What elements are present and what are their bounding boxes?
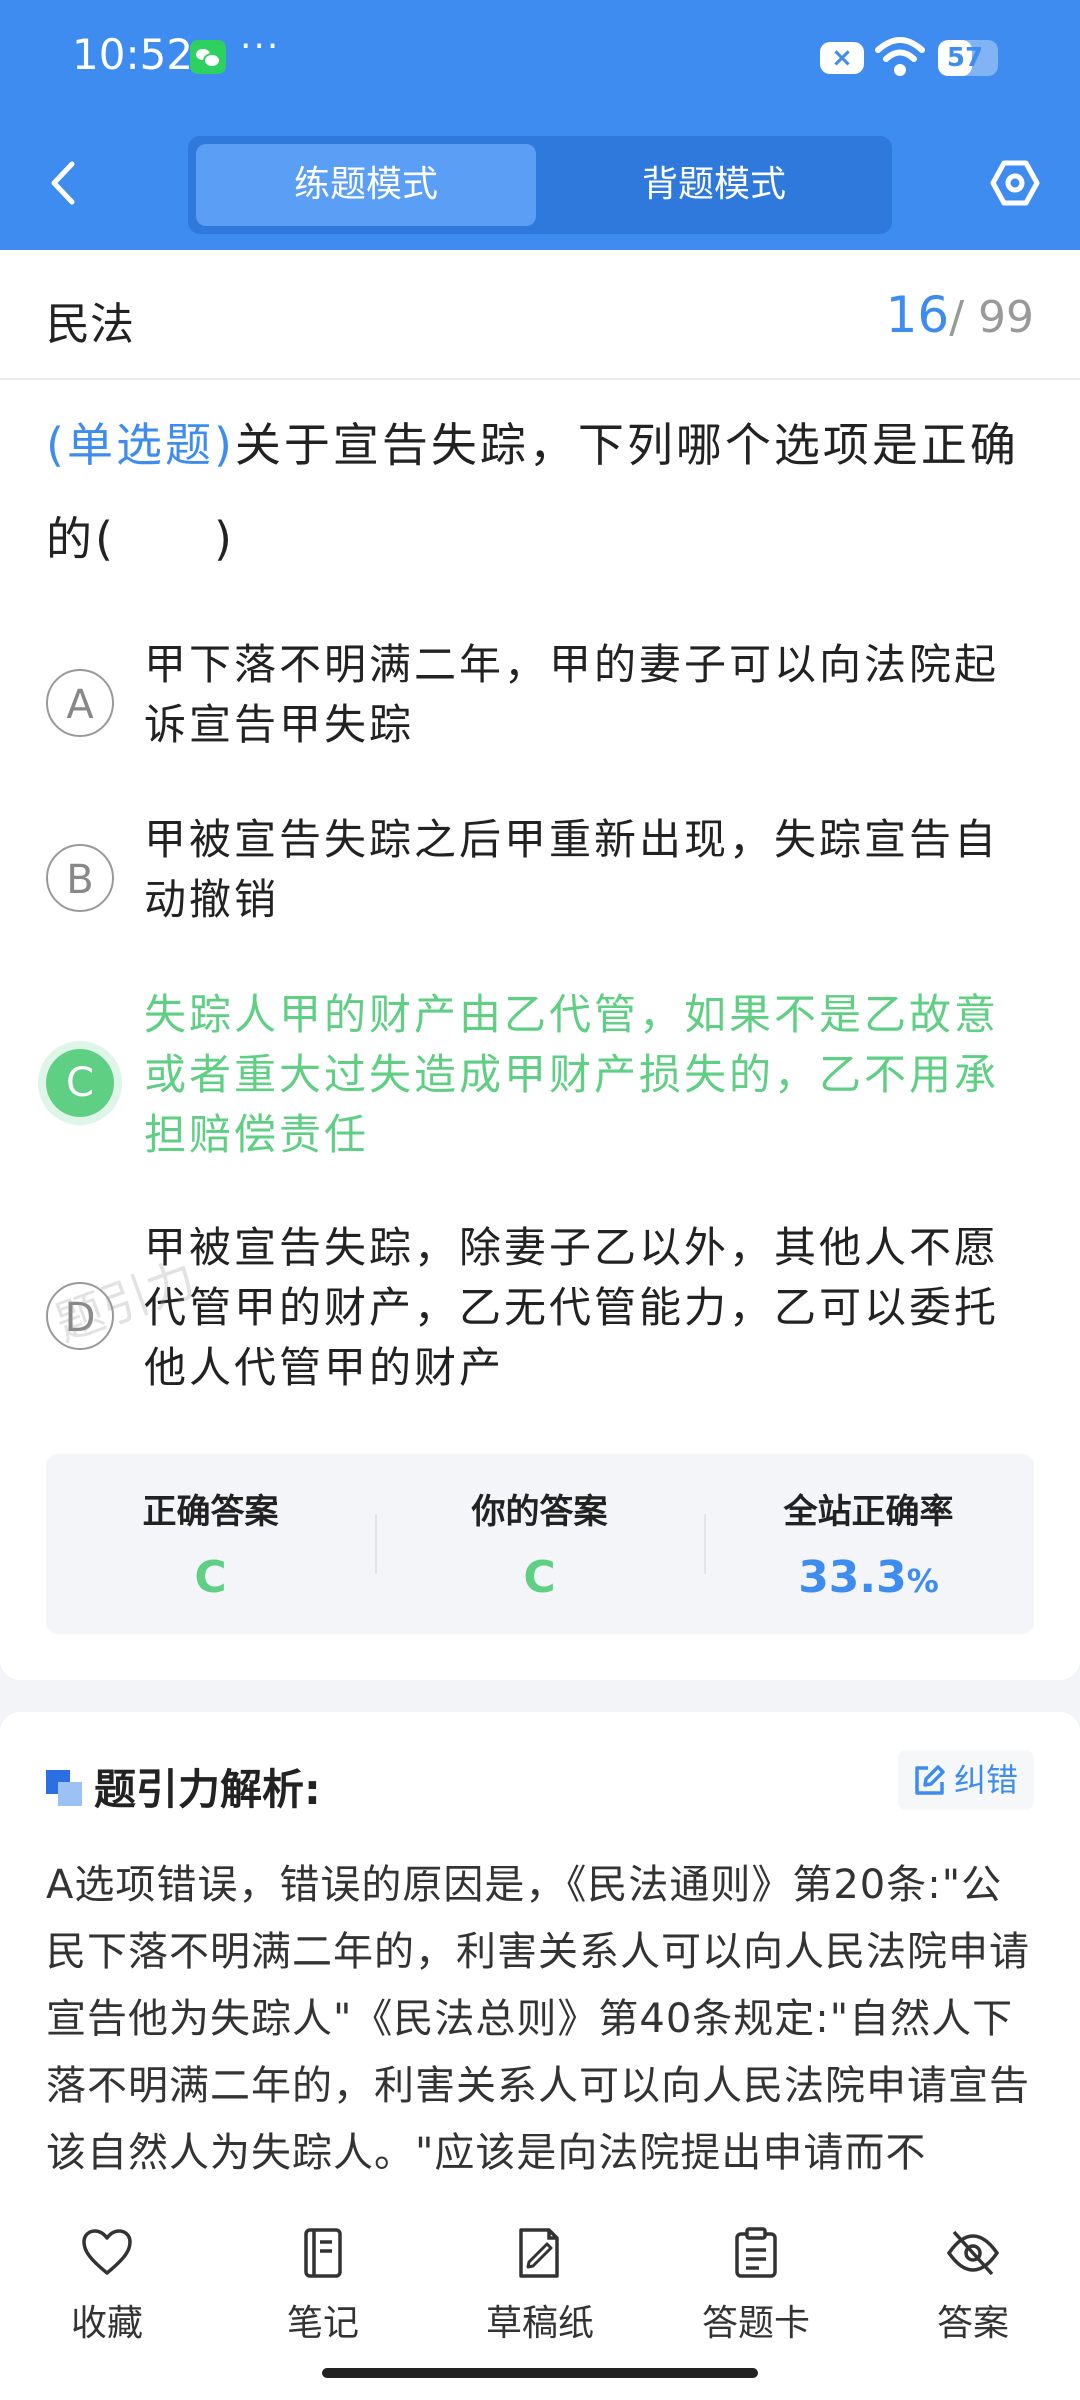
progress-current: 16 <box>885 286 950 344</box>
stat-label: 全站正确率 <box>783 1492 954 1532</box>
back-chevron-icon[interactable] <box>44 158 84 208</box>
favorite-label: 收藏 <box>70 2303 143 2344</box>
option-text-a: 甲下落不明满二年，甲的妻子可以向法院起诉宣告甲失踪 <box>144 640 1000 749</box>
battery-icon: 57 <box>938 40 998 76</box>
eye-off-icon <box>946 2230 1000 2276</box>
answer-sheet-button[interactable]: 答题卡 <box>681 2226 831 2346</box>
accuracy-number: 33.3 <box>798 1552 907 1603</box>
divider <box>0 378 1080 380</box>
subject-title: 民法 <box>46 299 134 350</box>
option-text-d: 甲被宣告失踪，除妻子乙以外，其他人不愿代管甲的财产，乙无代管能力，乙可以委托他人… <box>144 1223 1000 1392</box>
answer-stats: 正确答案 C 你的答案 C 全站正确率 33.3% <box>46 1454 1034 1634</box>
show-answer-label: 答案 <box>936 2303 1009 2344</box>
accuracy-value: 33.3% <box>704 1552 1033 1603</box>
edit-icon <box>915 1765 945 1795</box>
question-progress: 16/ 99 <box>886 286 1034 344</box>
bottom-toolbar: 收藏 笔记 草稿纸 答题卡 答案 <box>0 2196 1080 2400</box>
question-text: (单选题)关于宣告失踪，下列哪个选项是正确的( ) <box>46 398 1036 586</box>
question-card: 民法 16/ 99 (单选题)关于宣告失踪，下列哪个选项是正确的( ) A 甲下… <box>0 250 1080 1680</box>
option-letter-a: A <box>46 669 114 737</box>
option-letter-c: C <box>46 1049 114 1117</box>
more-notifications-icon: ··· <box>240 26 281 67</box>
favorite-button[interactable]: 收藏 <box>32 2226 182 2346</box>
draft-paper-icon <box>519 2228 559 2278</box>
heart-icon <box>82 2229 132 2275</box>
show-answer-button[interactable]: 答案 <box>898 2226 1048 2346</box>
analysis-text: A选项错误，错误的原因是，《民法通则》第20条:"公民下落不明满二年的，利害关系… <box>46 1862 1030 2176</box>
notes-label: 笔记 <box>286 2303 359 2344</box>
progress-total: / 99 <box>949 292 1034 343</box>
analysis-title: 题引力解析: <box>94 1765 321 1814</box>
stat-label: 你的答案 <box>471 1492 608 1532</box>
report-error-label: 纠错 <box>954 1761 1019 1799</box>
app-header: 10:52 ··· × 57 练题模式 背题模式 <box>0 0 1080 250</box>
notes-button[interactable]: 笔记 <box>248 2226 398 2346</box>
tab-memorize-mode[interactable]: 背题模式 <box>544 144 884 226</box>
settings-icon[interactable] <box>990 158 1040 208</box>
wechat-notification-icon <box>190 40 226 74</box>
tab-practice-mode[interactable]: 练题模式 <box>196 144 536 226</box>
home-indicator[interactable] <box>322 2368 758 2378</box>
stat-label: 正确答案 <box>142 1492 279 1532</box>
battery-percent: 57 <box>946 43 984 73</box>
no-sim-icon: × <box>820 42 864 74</box>
stat-your-answer: 你的答案 C <box>375 1454 704 1634</box>
answer-sheet-icon <box>735 2227 777 2278</box>
analysis-card: 题引力解析: 纠错 A选项错误，错误的原因是，《民法通则》第20条:"公民下落不… <box>0 1712 1080 2232</box>
analysis-squares-icon <box>46 1770 84 1808</box>
report-error-button[interactable]: 纠错 <box>898 1750 1034 1810</box>
stat-correct-answer: 正确答案 C <box>46 1454 375 1634</box>
stat-accuracy: 全站正确率 33.3% <box>704 1454 1033 1634</box>
notebook-icon <box>304 2228 342 2278</box>
question-type: (单选题) <box>46 418 235 472</box>
correct-answer-value: C <box>194 1552 227 1603</box>
option-text-c: 失踪人甲的财产由乙代管，如果不是乙故意或者重大过失造成甲财产损失的，乙不用承担赔… <box>144 990 1000 1159</box>
mode-switch: 练题模式 背题模式 <box>188 136 892 234</box>
option-text-b: 甲被宣告失踪之后甲重新出现，失踪宣告自动撤销 <box>144 815 1000 924</box>
draft-paper-button[interactable]: 草稿纸 <box>465 2226 615 2346</box>
status-time: 10:52 <box>72 30 194 79</box>
draft-paper-label: 草稿纸 <box>485 2303 594 2344</box>
accuracy-unit: % <box>906 1562 939 1600</box>
option-letter-b: B <box>46 844 114 912</box>
wifi-icon <box>875 37 925 76</box>
your-answer-value: C <box>523 1552 556 1603</box>
answer-sheet-label: 答题卡 <box>701 2303 810 2344</box>
